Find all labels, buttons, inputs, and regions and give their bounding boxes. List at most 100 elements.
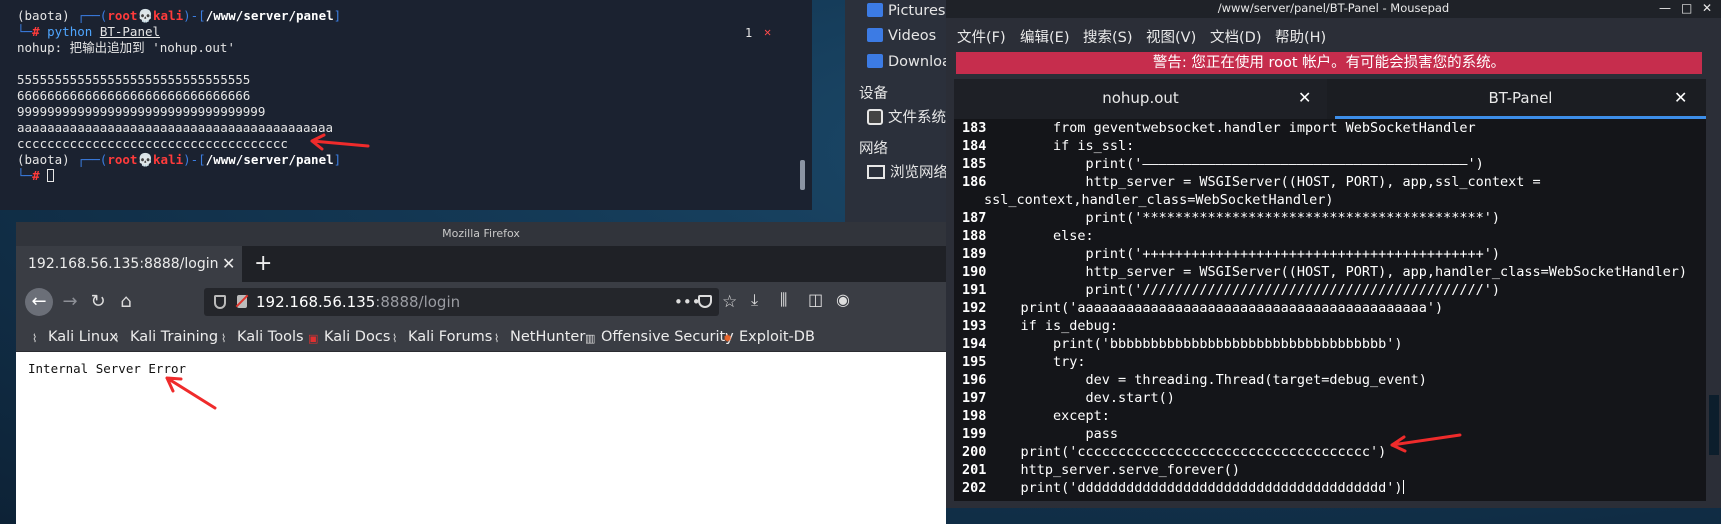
exploit-db-icon: ✹ (723, 332, 733, 345)
nethunter-icon: ⌇ (494, 332, 500, 345)
annotation-arrow-icon (165, 376, 217, 410)
sidebar-item-browse-network[interactable]: 浏览网络 (867, 162, 948, 184)
sidebar-icon[interactable]: ◫ (808, 290, 823, 309)
reload-icon[interactable]: ↻ (84, 288, 112, 316)
bookmark-kali-forums[interactable]: ⌇ Kali Forums (392, 322, 492, 352)
bookmark-nethunter[interactable]: ⌇ NetHunter (494, 322, 585, 352)
menu-help[interactable]: 帮助(H) (1275, 26, 1326, 47)
code-line: 196 dev = threading.Thread(target=debug_… (962, 372, 1427, 388)
root-warning-banner: 警告: 您正在使用 root 帐户。有可能会损害您的系统。 (956, 52, 1702, 74)
code-line: 200 print('ccccccccccccccccccccccccccccc… (962, 444, 1387, 460)
prompt-env: (baota) (17, 152, 70, 167)
menu-search[interactable]: 搜索(S) (1083, 26, 1133, 47)
kali-icon: ⌇ (114, 332, 120, 345)
bookmark-kali-docs[interactable]: ▣ Kali Docs (308, 322, 390, 352)
prompt-env: (baota) (17, 8, 70, 23)
close-icon[interactable]: ✕ (1702, 0, 1712, 16)
terminal-window[interactable]: (baota) ┌──(root💀kali)-[/www/server/pane… (0, 0, 812, 210)
command-name: python (47, 24, 93, 39)
section-network: 网络 (859, 141, 888, 157)
bookmark-star-icon[interactable]: ☆ (722, 288, 737, 316)
tab-label: BT-Panel (1488, 89, 1553, 107)
docs-icon: ▣ (308, 332, 319, 345)
tab-bar: 192.168.56.135:8888/login ✕ + (16, 246, 946, 282)
kali-icon: ⌇ (32, 332, 38, 345)
page-actions-icon[interactable]: ••• (674, 288, 701, 316)
maximize-icon[interactable]: □ (1681, 0, 1692, 16)
sidebar-item-videos[interactable]: Videos (867, 25, 936, 47)
folder-icon (867, 54, 883, 68)
minimize-icon[interactable]: — (1659, 0, 1671, 16)
terminal-scrollbar[interactable] (800, 160, 805, 190)
new-tab-icon[interactable]: + (254, 246, 272, 282)
tab-bt-panel[interactable]: BT-Panel ✕ (1335, 79, 1706, 119)
drive-icon (867, 109, 883, 125)
code-line: 193 if is_debug: (962, 318, 1119, 334)
code-line: 197 dev.start() (962, 390, 1175, 406)
code-line: 188 else: (962, 228, 1094, 244)
tab-label: nohup.out (1102, 89, 1179, 107)
bookmark-kali-linux[interactable]: ⌇ Kali Linux (32, 322, 118, 352)
terminal-output-line: aaaaaaaaaaaaaaaaaaaaaaaaaaaaaaaaaaaaaaaa… (17, 120, 334, 135)
menu-document[interactable]: 文档(D) (1210, 26, 1261, 47)
command-arg: BT-Panel (99, 24, 161, 39)
job-close-icon[interactable]: ✕ (764, 25, 771, 39)
mousepad-window: /www/server/panel/BT-Panel - Mousepad — … (946, 0, 1721, 508)
menu-file[interactable]: 文件(F) (957, 26, 1006, 47)
job-badge: 1 (745, 26, 753, 40)
prompt-host: kali (153, 152, 184, 167)
sidebar-item-pictures[interactable]: Pictures (867, 0, 945, 22)
url-bar[interactable]: 192.168.56.135:8888/login ••• ☆ (204, 288, 737, 316)
code-line: 184 if is_ssl: (962, 138, 1135, 154)
terminal-output-line: 999999999999999999999999999999999 (17, 104, 266, 119)
window-title: /www/server/panel/BT-Panel - Mousepad (946, 0, 1721, 18)
tab-login[interactable]: 192.168.56.135:8888/login ✕ (16, 246, 242, 282)
section-devices: 设备 (859, 86, 888, 102)
close-tab-icon[interactable]: ✕ (1674, 79, 1687, 117)
monitor-icon (867, 165, 885, 179)
window-title: Mozilla Firefox (16, 222, 946, 246)
bookmark-kali-tools[interactable]: ⌇ Kali Tools (221, 322, 304, 352)
code-line: 201 http_server.serve_forever() (962, 462, 1240, 478)
bookmark-kali-training[interactable]: ⌇ Kali Training (114, 322, 218, 352)
code-line: 185 print('—————————————————————————————… (962, 156, 1484, 172)
code-line: 195 try: (962, 354, 1086, 370)
sidebar-item-filesystem[interactable]: 文件系统 (867, 107, 946, 129)
shield-icon[interactable] (214, 295, 226, 309)
prompt-user: root (107, 152, 138, 167)
menu-edit[interactable]: 编辑(E) (1020, 26, 1069, 47)
code-line: 199 pass (962, 426, 1119, 442)
text-caret (1402, 480, 1404, 494)
code-editor[interactable]: 183 from geventwebsocket.handler import … (954, 119, 1706, 501)
offsec-icon: ▥ (585, 332, 596, 345)
prompt-user: root (107, 8, 138, 23)
tab-nohup-out[interactable]: nohup.out ✕ (954, 79, 1327, 119)
terminal-prompt-line: (baota) ┌──(root💀kali)-[/www/server/pane… (17, 152, 342, 167)
editor-tabs: nohup.out ✕ BT-Panel ✕ (954, 79, 1706, 119)
folder-icon (867, 3, 883, 17)
terminal-output-line: cccccccccccccccccccccccccccccccccccc (17, 136, 288, 151)
code-line-wrapped: ssl_context,handler_class=WebSocketHandl… (984, 192, 1334, 208)
downloads-icon[interactable]: ⤓ (751, 290, 758, 310)
terminal-input-line[interactable]: └─# (17, 168, 55, 184)
account-icon[interactable]: ◉ (836, 290, 850, 309)
back-icon[interactable]: ← (25, 288, 53, 316)
library-icon[interactable]: ⫼ (780, 290, 787, 310)
prompt-path: /www/server/panel (205, 152, 334, 167)
home-icon[interactable]: ⌂ (112, 288, 140, 316)
close-tab-icon[interactable]: ✕ (222, 246, 235, 282)
insecure-lock-icon[interactable] (237, 295, 247, 308)
desktop-edge-widget (1709, 395, 1719, 455)
menu-view[interactable]: 视图(V) (1146, 26, 1196, 47)
close-tab-icon[interactable]: ✕ (1298, 79, 1311, 117)
code-line: 202 print('ddddddddddddddddddddddddddddd… (962, 480, 1404, 496)
bookmark-offensive-security[interactable]: ▥ Offensive Security (585, 322, 734, 352)
bookmark-exploit-db[interactable]: ✹ Exploit-DB (723, 322, 815, 352)
annotation-arrow-icon (1390, 433, 1462, 453)
page-content: Internal Server Error (16, 352, 946, 524)
pocket-icon[interactable] (698, 295, 712, 308)
forward-icon[interactable]: → (56, 288, 84, 316)
terminal-output-line: nohup: 把输出追加到 'nohup.out' (17, 40, 235, 55)
code-line: 194 print('bbbbbbbbbbbbbbbbbbbbbbbbbbbbb… (962, 336, 1403, 352)
code-line: 198 except: (962, 408, 1110, 424)
